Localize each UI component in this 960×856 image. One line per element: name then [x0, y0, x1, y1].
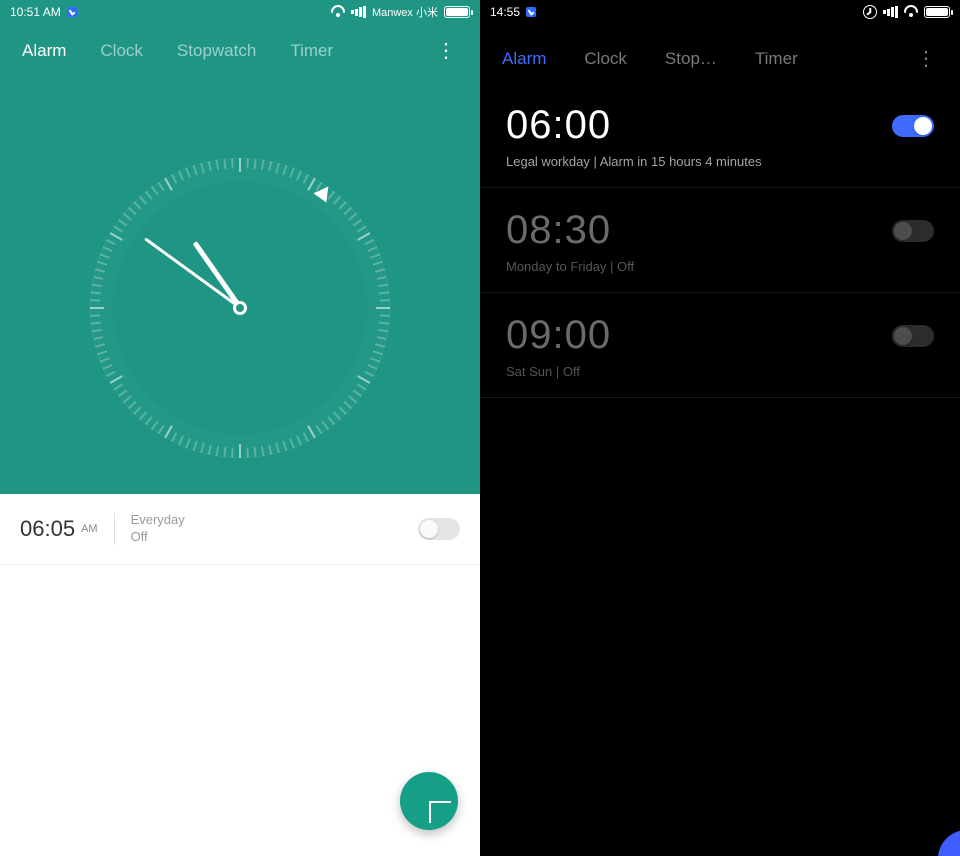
- wifi-icon: [904, 5, 918, 19]
- tab-clock[interactable]: Clock: [584, 49, 627, 69]
- alarm-time: 06:00: [506, 103, 611, 148]
- tab-bar: Alarm Clock Stop… Timer ⋮: [480, 24, 960, 83]
- alarm-time: 08:30: [506, 208, 611, 253]
- alarm-status: Off: [131, 529, 185, 546]
- menu-more-icon[interactable]: ⋮: [916, 46, 938, 71]
- alarm-ampm: AM: [81, 523, 98, 535]
- alarm-time: 09:00: [506, 313, 611, 358]
- tab-stopwatch[interactable]: Stopwatch: [177, 41, 256, 61]
- clock-pivot: [233, 301, 247, 315]
- add-alarm-button[interactable]: [400, 772, 458, 830]
- alarm-item[interactable]: 09:00 Sat Sun | Off: [480, 293, 960, 398]
- wifi-icon: [331, 5, 345, 19]
- status-bar: 10:51 AM Manwex 小米: [0, 0, 480, 24]
- phone-light: 10:51 AM Manwex 小米 Alarm Clock Stopwatch…: [0, 0, 480, 856]
- phone-dark: 14:55 Alarm Clock Stop… Timer ⋮ 06:00 Le…: [480, 0, 960, 856]
- tab-timer[interactable]: Timer: [755, 49, 798, 69]
- alarm-repeat: Everyday: [131, 512, 185, 529]
- alarm-status-icon: [863, 5, 877, 19]
- analog-clock: [0, 73, 480, 543]
- tab-stopwatch[interactable]: Stop…: [665, 49, 717, 69]
- alarm-item[interactable]: 06:05 AM Everyday Off: [0, 494, 480, 565]
- status-bar: 14:55: [480, 0, 960, 24]
- notification-badge-icon: [67, 7, 77, 17]
- tab-timer[interactable]: Timer: [290, 41, 333, 61]
- status-time: 14:55: [490, 5, 520, 19]
- tab-alarm[interactable]: Alarm: [22, 41, 66, 61]
- battery-icon: [444, 6, 470, 18]
- add-alarm-button[interactable]: [938, 830, 960, 856]
- carrier-label: Manwex 小米: [372, 4, 438, 20]
- alarm-toggle[interactable]: [418, 518, 460, 540]
- alarm-toggle[interactable]: [892, 220, 934, 242]
- signal-icon: [883, 6, 898, 18]
- notification-badge-icon: [526, 7, 536, 17]
- alarm-subtitle: Legal workday | Alarm in 15 hours 4 minu…: [506, 154, 934, 169]
- divider: [114, 513, 115, 545]
- alarm-toggle[interactable]: [892, 325, 934, 347]
- tab-bar: Alarm Clock Stopwatch Timer ⋮: [0, 24, 480, 73]
- menu-more-icon[interactable]: ⋮: [436, 38, 458, 63]
- alarm-time: 06:05: [20, 516, 75, 542]
- battery-icon: [924, 6, 950, 18]
- tab-alarm[interactable]: Alarm: [502, 49, 546, 69]
- alarm-item[interactable]: 06:00 Legal workday | Alarm in 15 hours …: [480, 83, 960, 188]
- alarm-subtitle: Monday to Friday | Off: [506, 259, 934, 274]
- signal-icon: [351, 6, 366, 18]
- tab-clock[interactable]: Clock: [100, 41, 143, 61]
- alarm-subtitle: Sat Sun | Off: [506, 364, 934, 379]
- status-time: 10:51 AM: [10, 5, 61, 19]
- alarm-toggle[interactable]: [892, 115, 934, 137]
- alarm-meta: Everyday Off: [131, 512, 185, 546]
- alarm-item[interactable]: 08:30 Monday to Friday | Off: [480, 188, 960, 293]
